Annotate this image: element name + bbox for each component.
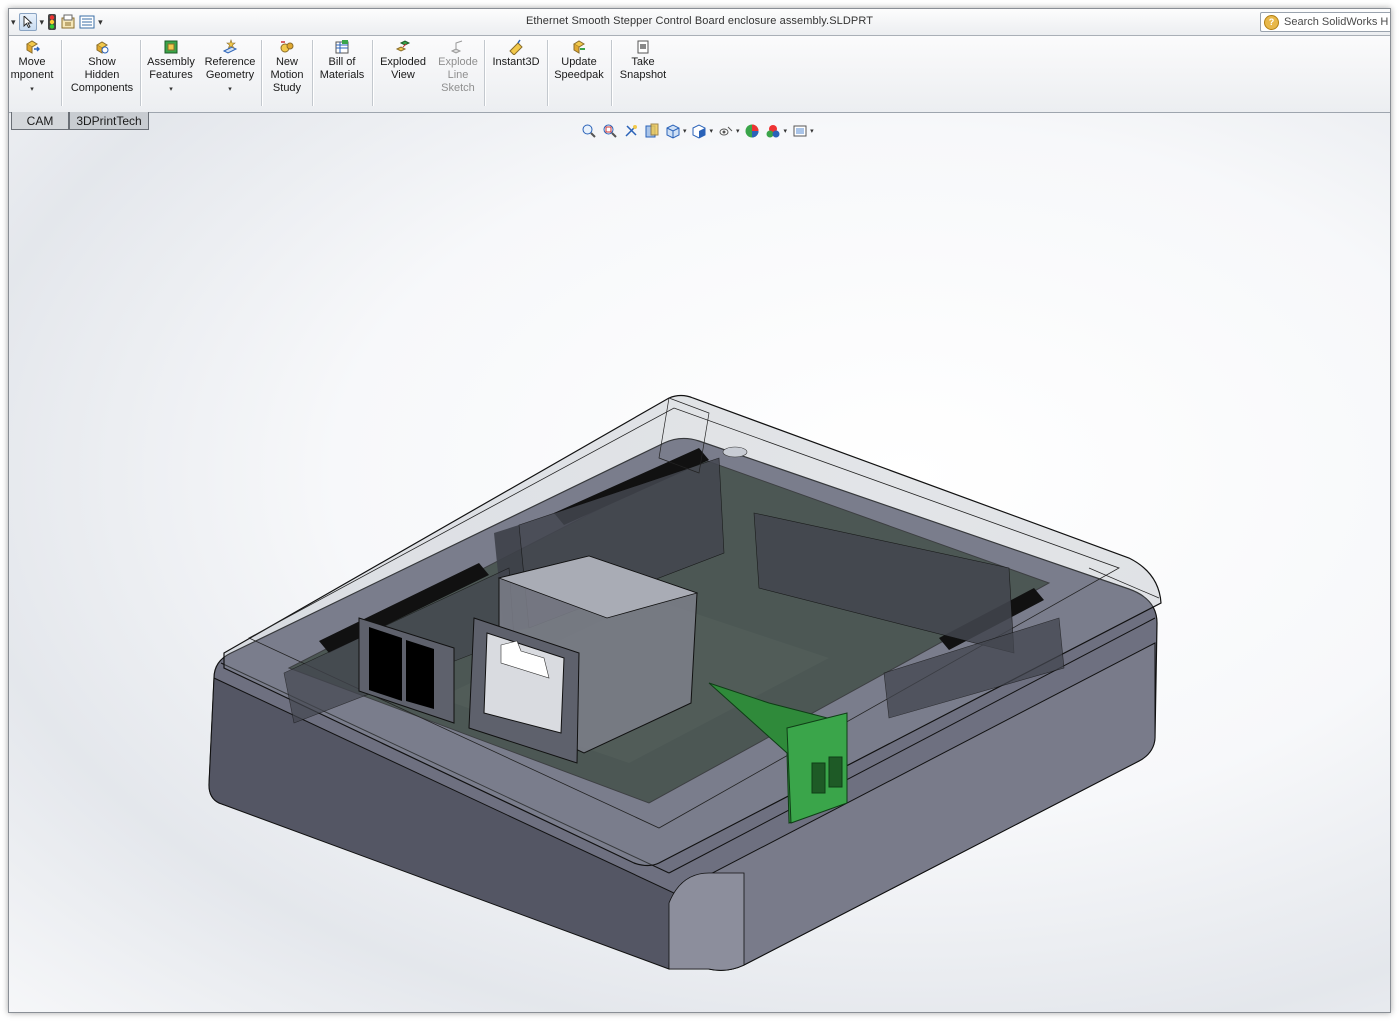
hide-show-items-icon[interactable] (717, 123, 734, 140)
view-settings-dropdown-icon[interactable]: ▾ (810, 127, 814, 135)
previous-view-icon[interactable] (622, 123, 639, 140)
ribbon-separator (61, 40, 63, 106)
explode-line-sketch-button[interactable]: Explode Line Sketch (433, 39, 483, 95)
ribbon-separator (261, 40, 263, 106)
ribbon-separator (312, 40, 314, 106)
reference-geometry-dropdown-icon[interactable]: ▾ (228, 83, 232, 96)
ribbon-separator (484, 40, 486, 106)
ribbon-separator (611, 40, 613, 106)
section-view-icon[interactable] (643, 123, 660, 140)
enclosure-model[interactable] (9, 113, 1391, 1013)
assembly-features-icon (164, 40, 178, 54)
tab-3dprinttech[interactable]: 3DPrintTech (69, 112, 149, 130)
exploded-view-icon (395, 40, 411, 52)
ribbon-separator (140, 40, 142, 106)
view-settings-icon[interactable] (791, 123, 808, 140)
take-snapshot-icon (637, 40, 649, 54)
search-placeholder: Search SolidWorks H (1284, 16, 1389, 28)
display-style-icon[interactable] (691, 123, 708, 140)
new-motion-study-button[interactable]: New Motion Study (265, 39, 309, 95)
assembly-features-dropdown-icon[interactable]: ▾ (169, 83, 173, 96)
instant3d-icon (509, 39, 523, 55)
update-speedpak-icon (573, 40, 585, 54)
window-title: Ethernet Smooth Stepper Control Board en… (525, 15, 874, 27)
tab-cam[interactable]: CAM (11, 112, 69, 130)
help-question-icon: ? (1264, 14, 1279, 30)
display-style-dropdown-icon[interactable]: ▾ (710, 127, 714, 135)
view-orientation-icon[interactable] (664, 123, 681, 140)
solidworks-window: ▾ ▾ ▾ Ethernet Smooth Stepper Control Bo… (8, 8, 1391, 1013)
explode-line-sketch-icon (450, 40, 463, 54)
apply-scene-icon[interactable] (765, 123, 782, 140)
title-bar: ▾ ▾ ▾ Ethernet Smooth Stepper Control Bo… (9, 9, 1390, 36)
take-snapshot-button[interactable]: Take Snapshot (615, 39, 671, 82)
move-component-button[interactable]: Move mponent ▾ (9, 39, 55, 96)
reference-geometry-icon (222, 39, 238, 54)
bill-of-materials-button[interactable]: Bill of Materials (316, 39, 368, 82)
zoom-to-fit-icon[interactable] (580, 123, 597, 140)
ribbon-separator (372, 40, 374, 106)
graphics-area[interactable] (9, 113, 1391, 1013)
hide-show-dropdown-icon[interactable]: ▾ (736, 127, 740, 135)
addin-tabs: CAM 3DPrintTech (11, 112, 149, 131)
exploded-view-button[interactable]: Exploded View (376, 39, 430, 82)
update-speedpak-button[interactable]: Update Speedpak (551, 39, 607, 82)
search-solidworks-field[interactable]: ? Search SolidWorks H (1260, 12, 1390, 32)
move-component-dropdown-icon[interactable]: ▾ (30, 83, 34, 96)
show-hidden-icon (96, 41, 109, 54)
bill-of-materials-icon (335, 40, 349, 54)
heads-up-view-toolbar: ▾ ▾ ▾ ▾ ▾ (580, 122, 814, 140)
reference-geometry-button[interactable]: Reference Geometry ▾ (202, 39, 258, 96)
show-hidden-components-button[interactable]: Show Hidden Components (67, 39, 137, 95)
view-orientation-dropdown-icon[interactable]: ▾ (683, 127, 687, 135)
apply-scene-dropdown-icon[interactable]: ▾ (784, 127, 788, 135)
command-manager: Move mponent ▾ Show Hidden Components As… (9, 36, 1390, 113)
instant3d-button[interactable]: Instant3D (488, 39, 544, 69)
ribbon-separator (547, 40, 549, 106)
move-component-icon (26, 40, 40, 54)
move-component-label: Move mponent (10, 56, 54, 81)
assembly-features-button[interactable]: Assembly Features ▾ (145, 39, 197, 96)
zoom-to-area-icon[interactable] (601, 123, 618, 140)
motion-study-icon (280, 41, 294, 53)
edit-appearance-icon[interactable] (744, 123, 761, 140)
